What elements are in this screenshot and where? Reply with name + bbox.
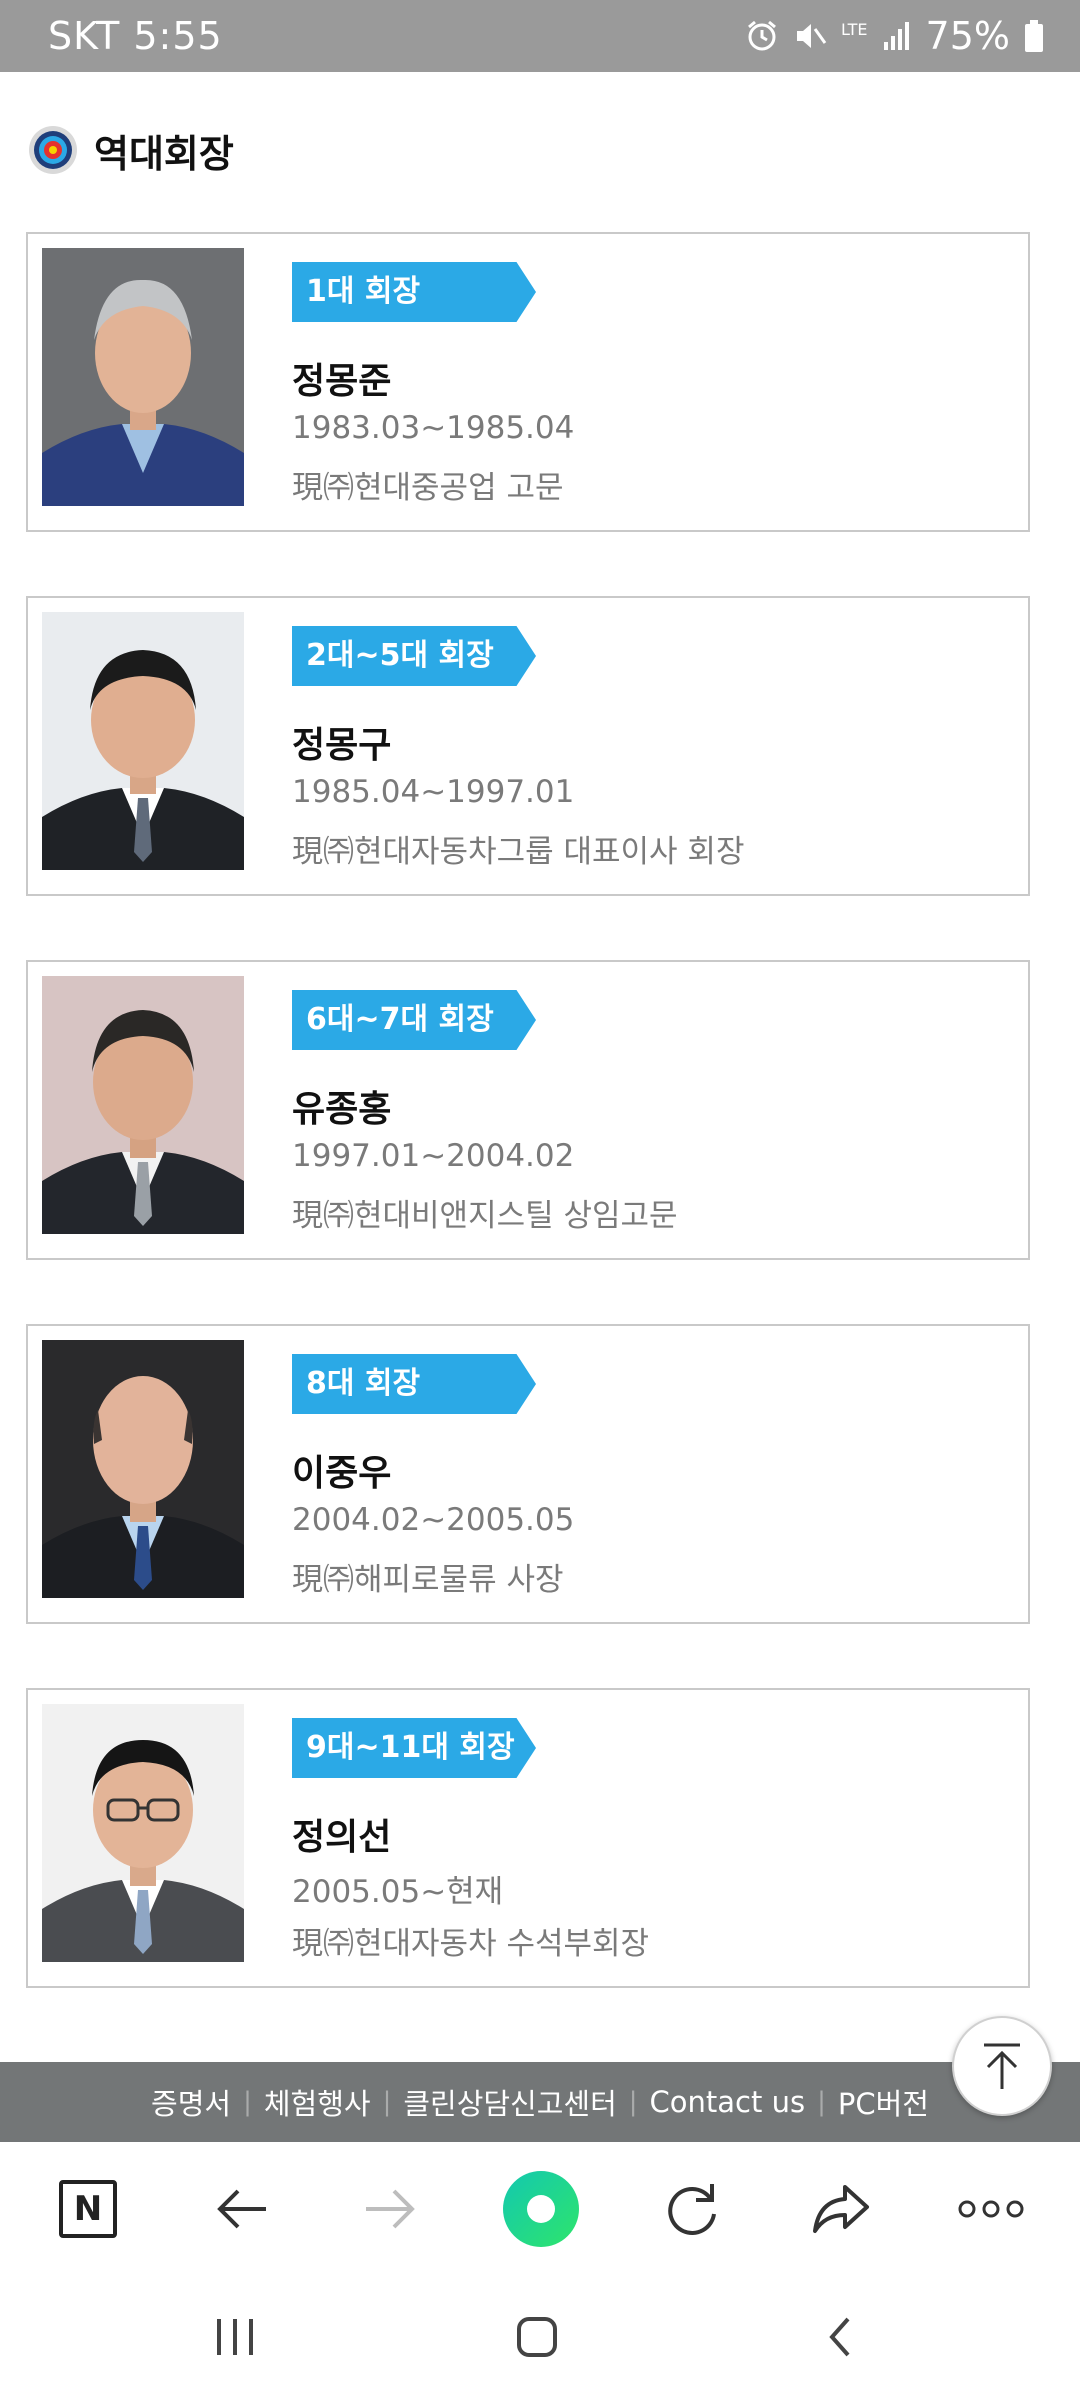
president-card: 2대~5대 회장 정몽구 1985.04~1997.01 現㈜현대자동차그룹 대… — [26, 596, 1030, 896]
footer-link-pc-version[interactable]: PC버전 — [826, 2081, 941, 2123]
share-icon — [813, 2185, 869, 2233]
status-icons: LTE 75% — [745, 14, 1044, 58]
president-position: 現㈜현대비앤지스틸 상임고문 — [292, 1198, 678, 1234]
footer-separator: | — [243, 2087, 252, 2117]
footer-separator: | — [817, 2087, 826, 2117]
more-icon — [958, 2200, 1024, 2218]
president-photo — [42, 248, 244, 506]
president-position: 現㈜현대자동차그룹 대표이사 회장 — [292, 834, 745, 870]
back-button[interactable] — [196, 2164, 286, 2254]
forward-arrow-icon — [366, 2189, 415, 2229]
footer-links: 증명서 | 체험행사 | 클린상담신고센터 | Contact us | PC버… — [0, 2062, 1080, 2142]
page-title-row: 역대회장 — [28, 122, 234, 178]
footer-link-certificate[interactable]: 증명서 — [139, 2081, 243, 2123]
president-term: 2005.05~현재 — [292, 1874, 504, 1910]
lte-label: LTE — [840, 20, 868, 39]
footer-link-events[interactable]: 체험행사 — [252, 2081, 383, 2123]
status-bar: SKT 5:55 LTE 75% — [0, 0, 1080, 72]
term-badge: 9대~11대 회장 — [292, 1718, 536, 1778]
nav-back-icon — [829, 2317, 850, 2357]
nav-back-button[interactable] — [794, 2302, 884, 2372]
footer-link-report-center[interactable]: 클린상담신고센터 — [391, 2081, 628, 2123]
president-position: 現㈜현대자동차 수석부회장 — [292, 1926, 650, 1962]
signal-icon — [883, 22, 909, 50]
president-photo — [42, 1704, 244, 1962]
president-position: 現㈜해피로물류 사장 — [292, 1562, 564, 1598]
home-button[interactable] — [492, 2302, 582, 2372]
reload-button[interactable] — [646, 2164, 736, 2254]
scroll-top-button[interactable] — [952, 2016, 1052, 2116]
footer-separator: | — [382, 2087, 392, 2117]
term-badge: 2대~5대 회장 — [292, 626, 536, 686]
president-photo — [42, 1340, 244, 1598]
footer-link-contact[interactable]: Contact us — [638, 2085, 818, 2119]
president-term: 2004.02~2005.05 — [292, 1502, 575, 1538]
page-title: 역대회장 — [94, 131, 234, 176]
reload-icon — [668, 2184, 716, 2235]
arrow-up-icon — [984, 2043, 1020, 2089]
green-dot-button[interactable] — [496, 2164, 586, 2254]
footer-separator: | — [628, 2087, 638, 2117]
mute-icon — [796, 24, 827, 48]
president-name: 유종홍 — [292, 1089, 392, 1130]
more-button[interactable] — [946, 2164, 1036, 2254]
president-card: 9대~11대 회장 정의선 2005.05~현재 現㈜현대자동차 수석부회장 — [26, 1688, 1030, 1988]
system-nav-bar — [0, 2274, 1080, 2400]
president-term: 1985.04~1997.01 — [292, 774, 575, 810]
browser-toolbar: N — [0, 2142, 1080, 2274]
naver-logo-icon: N — [59, 2180, 117, 2238]
alarm-icon — [747, 20, 776, 51]
naver-letter: N — [73, 2189, 103, 2229]
carrier-time: SKT 5:55 — [48, 14, 223, 58]
recents-button[interactable] — [190, 2302, 280, 2372]
president-term: 1983.03~1985.04 — [292, 410, 575, 446]
home-icon — [517, 2317, 557, 2357]
term-badge: 6대~7대 회장 — [292, 990, 536, 1050]
president-photo — [42, 612, 244, 870]
green-dot-icon — [503, 2171, 579, 2247]
battery-icon — [1025, 20, 1043, 52]
forward-button[interactable] — [346, 2164, 436, 2254]
president-term: 1997.01~2004.02 — [292, 1138, 575, 1174]
president-card: 1대 회장 정몽준 1983.03~1985.04 現㈜현대중공업 고문 — [26, 232, 1030, 532]
back-arrow-icon — [217, 2189, 266, 2229]
share-button[interactable] — [796, 2164, 886, 2254]
president-card: 8대 회장 이중우 2004.02~2005.05 現㈜해피로물류 사장 — [26, 1324, 1030, 1624]
term-badge: 1대 회장 — [292, 262, 536, 322]
president-name: 정몽구 — [292, 725, 392, 766]
president-position: 現㈜현대중공업 고문 — [292, 470, 564, 506]
recents-icon — [217, 2319, 253, 2355]
target-icon — [29, 126, 77, 174]
battery-percent: 75% — [925, 14, 1010, 58]
president-name: 정의선 — [292, 1817, 392, 1858]
president-card: 6대~7대 회장 유종홍 1997.01~2004.02 現㈜현대비앤지스틸 상… — [26, 960, 1030, 1260]
president-name: 정몽준 — [292, 361, 392, 402]
naver-home-button[interactable]: N — [43, 2164, 133, 2254]
president-photo — [42, 976, 244, 1234]
president-name: 이중우 — [292, 1453, 392, 1494]
term-badge: 8대 회장 — [292, 1354, 536, 1414]
